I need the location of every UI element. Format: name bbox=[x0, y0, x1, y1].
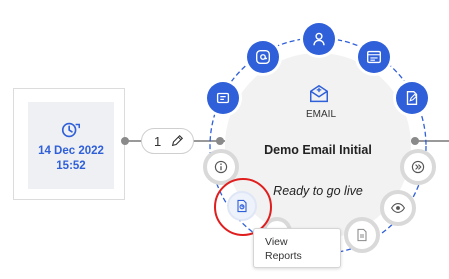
go-live-button[interactable] bbox=[400, 149, 436, 185]
html-template-button[interactable] bbox=[358, 41, 390, 73]
email-address-button[interactable] bbox=[247, 41, 279, 73]
document-button[interactable] bbox=[344, 217, 380, 253]
edit-document-button[interactable] bbox=[396, 82, 428, 114]
list-icon bbox=[216, 92, 230, 104]
fast-forward-icon bbox=[411, 160, 425, 174]
at-sign-icon bbox=[256, 50, 270, 64]
schedule-card-body: 14 Dec 2022 15:52 bbox=[28, 102, 114, 189]
tooltip-line-2: Reports bbox=[265, 250, 302, 262]
email-icon bbox=[310, 84, 328, 103]
channel-label: EMAIL bbox=[306, 109, 337, 120]
step-edit-pill[interactable]: 1 bbox=[141, 128, 194, 154]
preview-button[interactable] bbox=[380, 190, 416, 226]
schedule-date: 14 Dec 2022 bbox=[38, 145, 104, 157]
html-file-icon bbox=[367, 50, 381, 64]
step-number: 1 bbox=[154, 133, 162, 149]
audience-button[interactable] bbox=[303, 23, 335, 55]
tooltip-line-1: View bbox=[265, 236, 288, 248]
eye-icon bbox=[390, 203, 406, 213]
view-reports-tooltip: View Reports bbox=[253, 228, 341, 268]
edit-document-icon bbox=[406, 91, 418, 105]
schedule-time: 15:52 bbox=[56, 160, 86, 172]
info-icon bbox=[214, 160, 228, 174]
connector-dot-start bbox=[121, 137, 129, 145]
user-icon bbox=[313, 32, 325, 46]
pencil-icon[interactable] bbox=[170, 134, 184, 148]
file-icon bbox=[357, 228, 367, 242]
campaign-title: Demo Email Initial bbox=[264, 143, 372, 157]
schedule-card[interactable]: 14 Dec 2022 15:52 bbox=[13, 88, 125, 200]
content-editor-button[interactable] bbox=[207, 82, 239, 114]
clock-calendar-icon bbox=[61, 122, 80, 138]
